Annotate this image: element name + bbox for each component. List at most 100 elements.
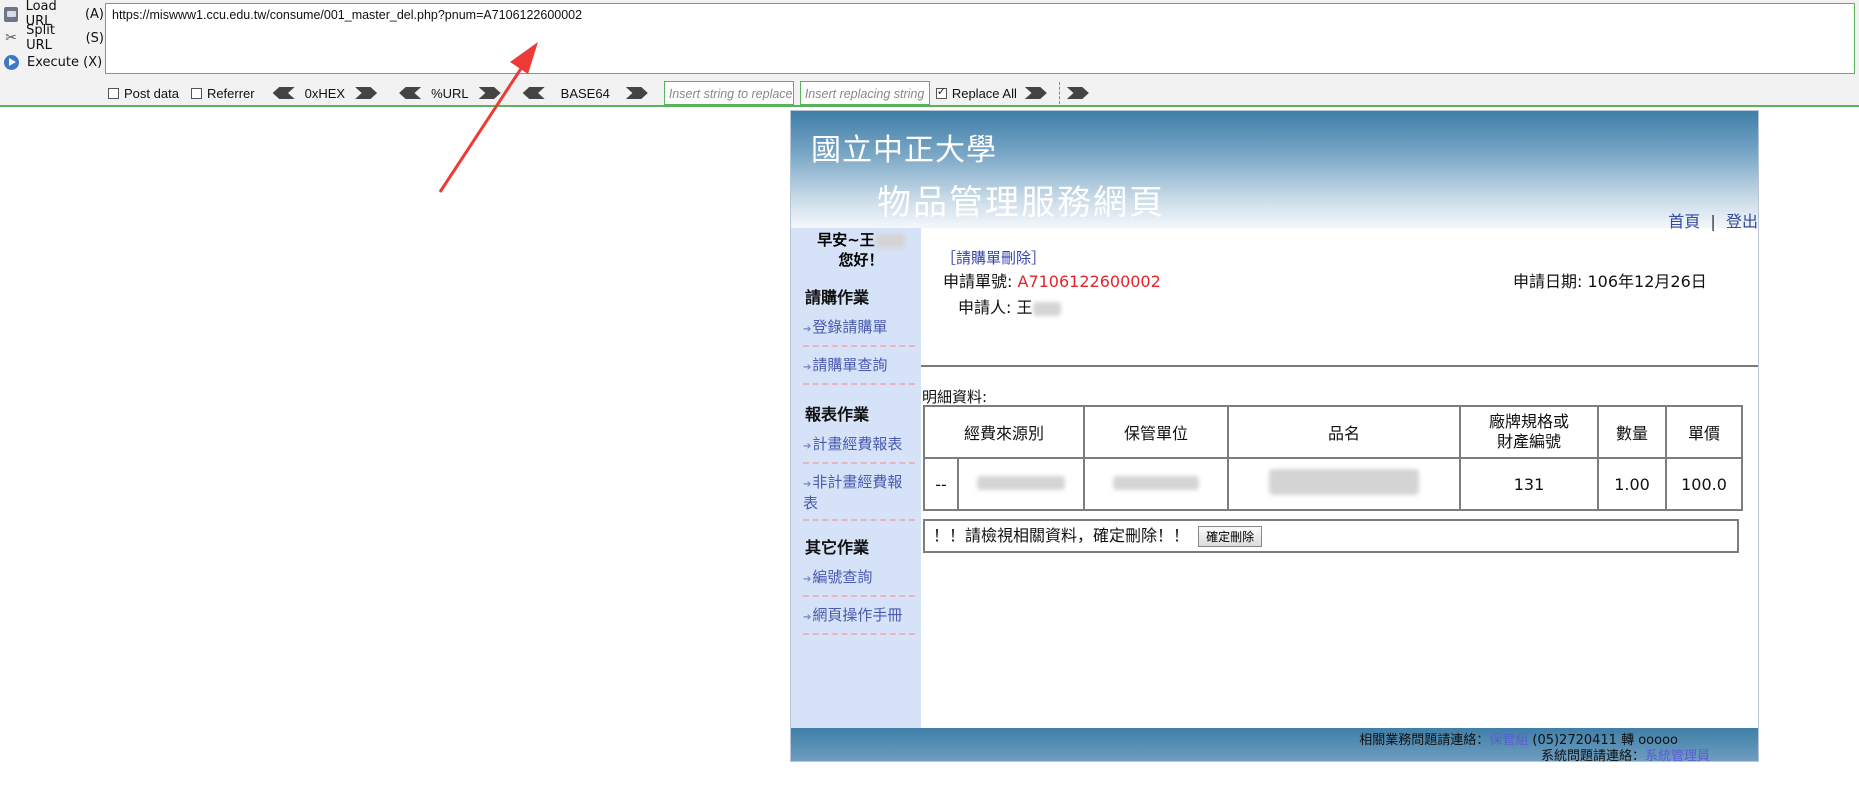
col-header-custodian: 保管單位 [1083, 405, 1229, 459]
sidebar-item-label: 網頁操作手冊 [812, 606, 903, 624]
col-header-qty: 數量 [1597, 405, 1667, 459]
main-content: ［請購單刪除］ 申請單號: A7106122600002 申請日期: 106年1… [921, 228, 1758, 728]
system-admin-link[interactable]: 系統管理員 [1645, 749, 1710, 764]
applicant-value: 王 [1016, 298, 1033, 317]
post-data-checkbox[interactable]: Post data [108, 86, 179, 101]
table-row: -- 131 1.00 100.0 [923, 457, 1743, 511]
applicant-field: 申請人: 王 [958, 294, 1061, 318]
confirm-message: ！！請檢視相關資料，確定刪除！！ [933, 526, 1190, 545]
hex-encode-arrow-icon[interactable] [355, 87, 378, 99]
cell-custodian [1083, 457, 1229, 511]
redacted-value [977, 475, 1065, 490]
url-encoder: %URL [393, 86, 507, 101]
detail-table: 經費來源別 保管單位 品名 廠牌規格或 財產編號 數量 單價 -- 131 1.0… [923, 405, 1743, 511]
load-url-icon [4, 6, 18, 22]
cell-funding [957, 457, 1085, 511]
col-header-item-name: 品名 [1227, 405, 1461, 459]
replace-with-input[interactable]: Insert replacing string [799, 81, 930, 105]
replace-go-arrow-icon[interactable] [1024, 87, 1047, 99]
hex-encoder: 0xHEX [267, 86, 383, 101]
confirm-delete-panel: ！！請檢視相關資料，確定刪除！！ 確定刪除 [923, 519, 1739, 553]
bullet-arrow-icon: ➔ [803, 362, 812, 373]
sidebar-item-number-query[interactable]: ➔編號查詢 [803, 568, 915, 597]
col-header-spec-line2: 財產編號 [1496, 432, 1561, 451]
cell-price: 100.0 [1665, 457, 1743, 511]
sidebar-item-user-manual[interactable]: ➔網頁操作手冊 [803, 606, 915, 635]
greeting-line2: 您好！ [838, 251, 884, 269]
checkbox-box [108, 87, 119, 99]
hackbar-commands: Load URL (A) ✂ Split URL (S) Execute (X) [4, 0, 104, 74]
sidebar-item-nonplan-budget-report[interactable]: ➔非計畫經費報表 [803, 473, 915, 521]
system-title: 物品管理服務網頁 [877, 183, 1165, 223]
url-enc-label: %URL [431, 85, 469, 101]
page-footer: 相關業務問題請連絡：保管組 (05)2720411 轉 ooooo 系統問題請連… [791, 728, 1758, 764]
replace-all-checkbox[interactable]: Replace All [935, 85, 1017, 101]
order-number-value: A7106122600002 [1017, 272, 1161, 291]
confirm-delete-button[interactable]: 確定刪除 [1198, 526, 1263, 547]
bullet-arrow-icon: ➔ [803, 324, 812, 335]
cell-qty: 1.00 [1597, 457, 1667, 511]
footer-system-label: 系統問題請連絡： [1540, 749, 1645, 764]
checkbox-box-checked [935, 85, 947, 99]
split-url-shortcut: (S) [85, 30, 104, 46]
detail-label: 明細資料: [922, 388, 988, 406]
hex-decode-arrow-icon[interactable] [272, 87, 295, 99]
footer-line2: 系統問題請連絡：系統管理員 [1541, 745, 1710, 764]
table-header-row: 經費來源別 保管單位 品名 廠牌規格或 財產編號 數量 單價 [923, 405, 1743, 459]
section-purchase: 請購作業 [805, 288, 870, 307]
sidebar-item-register-requisition[interactable]: ➔登錄請購單 [803, 318, 915, 347]
base64-encoder: BASE64 [517, 86, 654, 101]
sidebar-item-plan-budget-report[interactable]: ➔計畫經費報表 [803, 435, 915, 464]
replace-all-label: Replace All [951, 85, 1017, 101]
base64-label: BASE64 [560, 85, 610, 101]
base64-encode-arrow-icon[interactable] [625, 87, 648, 99]
site-banner: 國立中正大學 物品管理服務網頁 首頁 | 登出 [791, 111, 1758, 231]
post-data-label: Post data [124, 85, 179, 101]
col-header-spec-line1: 廠牌規格或 [1488, 412, 1569, 431]
execute-label: Execute [27, 54, 79, 70]
applicant-label: 申請人: [958, 298, 1012, 317]
sidebar-item-label: 請購單查詢 [812, 356, 888, 374]
execute-icon [4, 54, 19, 70]
page-title: ［請購單刪除］ [941, 249, 1047, 267]
col-header-price: 單價 [1665, 405, 1743, 459]
cell-index: -- [923, 457, 959, 511]
execute-button[interactable]: Execute (X) [4, 50, 104, 74]
order-number-field: 申請單號: A7106122600002 [943, 268, 1161, 292]
redacted-name [1032, 301, 1061, 316]
split-url-icon: ✂ [5, 29, 17, 46]
cell-spec: 131 [1459, 457, 1599, 511]
order-number-label: 申請單號: [943, 272, 1013, 291]
sidebar: 早安~王 您好！ 請購作業 ➔登錄請購單 ➔請購單查詢 報表作業 ➔計畫經費報表… [791, 228, 921, 728]
toolbar-separator [1058, 82, 1061, 104]
replace-find-input[interactable]: Insert string to replace [663, 81, 794, 105]
replace-execute-arrow-icon[interactable] [1066, 87, 1089, 99]
referrer-label: Referrer [206, 85, 255, 101]
greeting-line1: 早安~王 [817, 231, 875, 249]
custody-section-link[interactable]: 保管組 [1489, 733, 1528, 748]
redacted-name [874, 233, 905, 248]
web-page: 國立中正大學 物品管理服務網頁 首頁 | 登出 早安~王 您好！ 請購作業 ➔登… [790, 110, 1759, 764]
sidebar-item-label: 計畫經費報表 [812, 435, 903, 453]
base64-decode-arrow-icon[interactable] [522, 87, 545, 99]
load-url-shortcut: (A) [84, 6, 104, 22]
url-textarea[interactable]: https://miswww1.ccu.edu.tw/consume/001_m… [105, 3, 1855, 74]
bullet-arrow-icon: ➔ [803, 574, 812, 585]
bullet-arrow-icon: ➔ [803, 479, 812, 490]
apply-date-label: 申請日期: [1513, 272, 1583, 291]
hex-label: 0xHEX [304, 85, 346, 101]
url-encode-arrow-icon[interactable] [478, 87, 501, 99]
checkbox-box [190, 87, 202, 99]
split-url-button[interactable]: ✂ Split URL (S) [4, 23, 104, 53]
split-url-label: Split URL [26, 23, 55, 53]
url-decode-arrow-icon[interactable] [399, 87, 422, 99]
col-header-funding: 經費來源別 [923, 405, 1085, 459]
referrer-checkbox[interactable]: Referrer [190, 85, 255, 101]
col-header-spec: 廠牌規格或 財產編號 [1459, 405, 1599, 459]
cell-item-name [1227, 457, 1461, 511]
section-others: 其它作業 [805, 538, 870, 557]
sidebar-item-label: 編號查詢 [812, 568, 873, 586]
university-name: 國立中正大學 [811, 133, 997, 168]
execute-shortcut: (X) [83, 54, 103, 70]
sidebar-item-requisition-query[interactable]: ➔請購單查詢 [803, 356, 915, 385]
